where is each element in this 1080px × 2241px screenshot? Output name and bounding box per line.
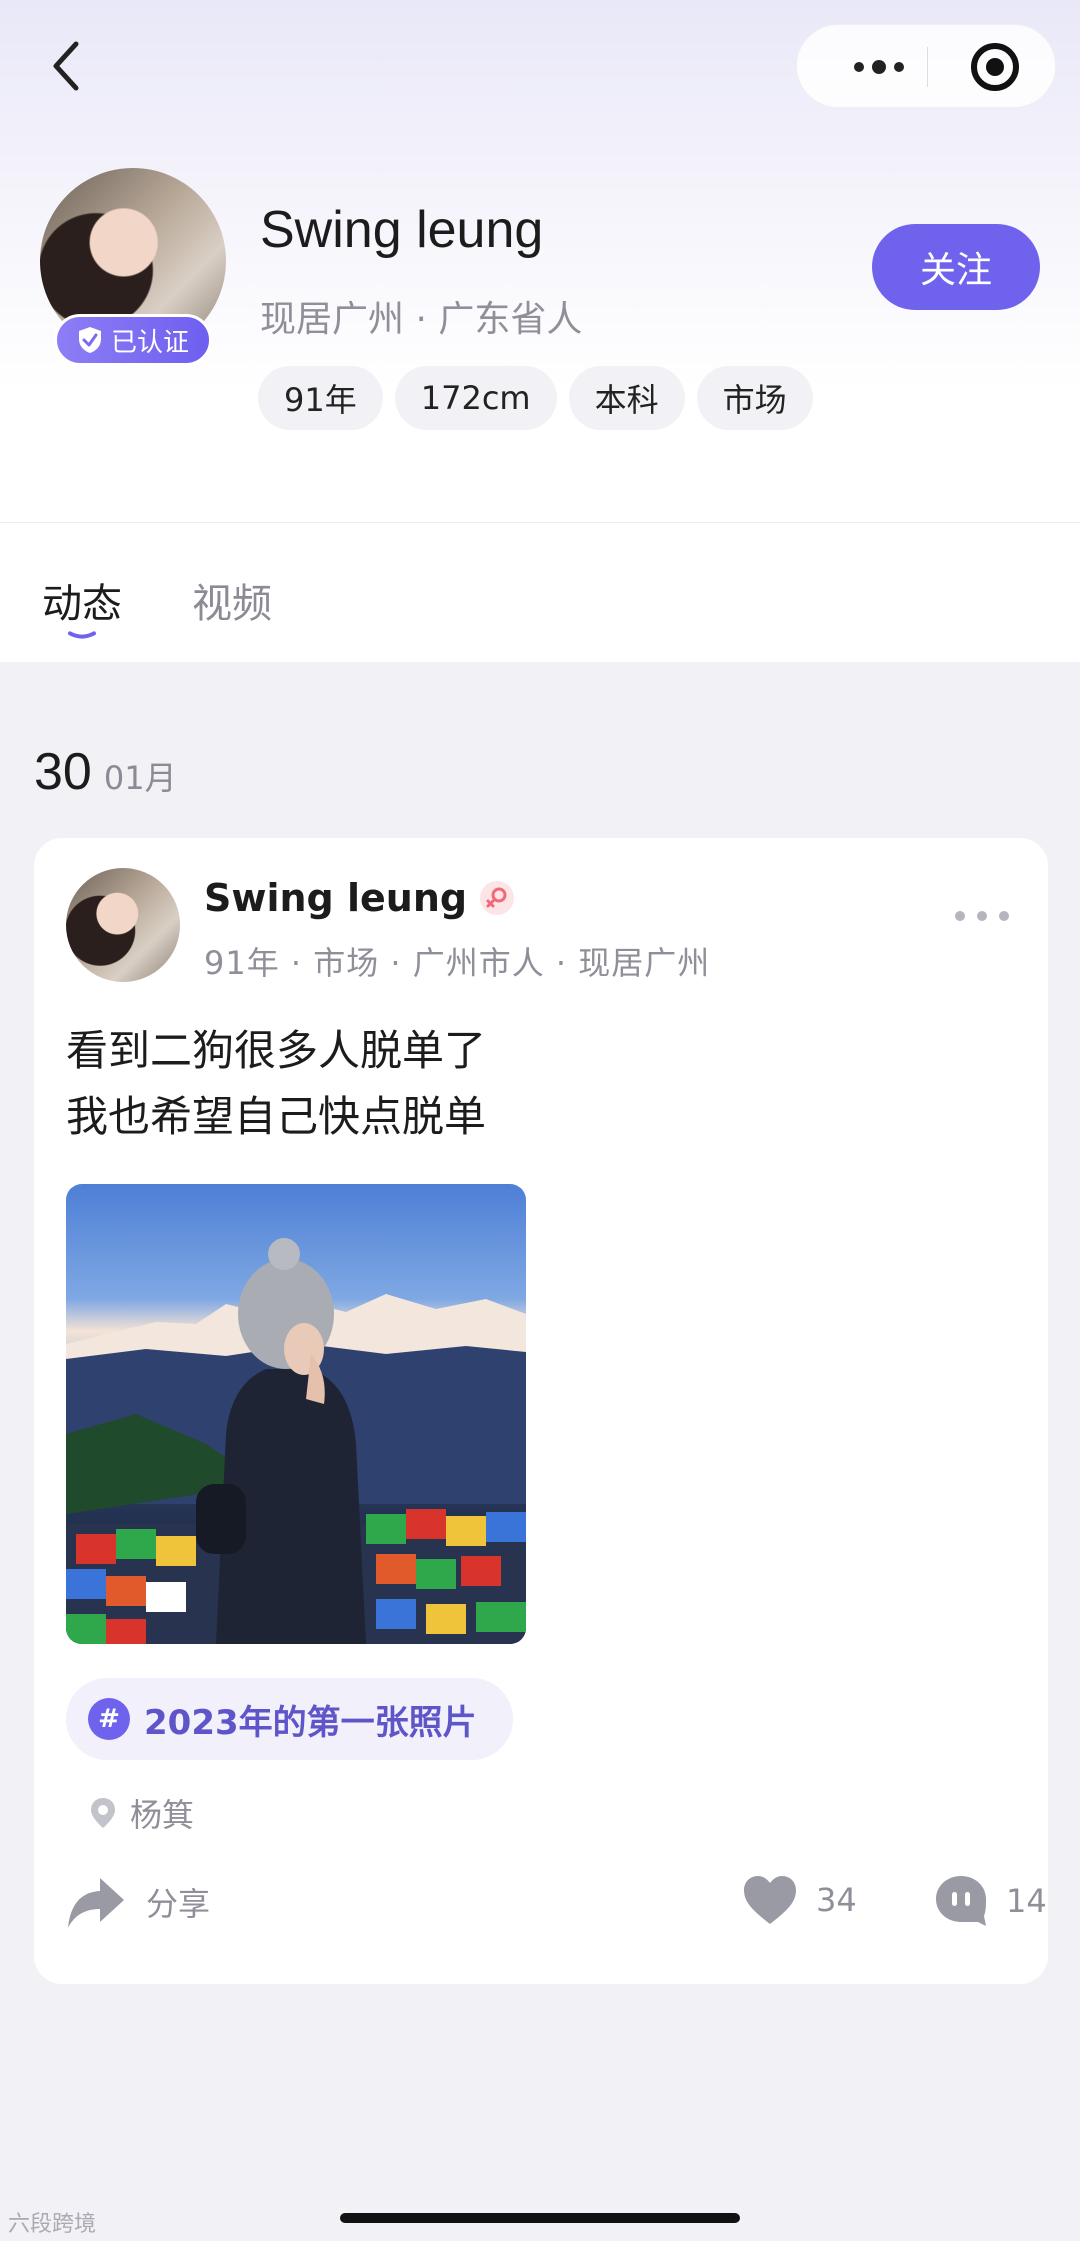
- follow-button[interactable]: 关注: [872, 224, 1040, 310]
- post-author-meta: 91年 · 市场 · 广州市人 · 现居广州: [204, 944, 711, 982]
- tag-education: 本科: [568, 366, 685, 430]
- location-label: 杨箕: [130, 1796, 195, 1834]
- heart-icon: [744, 1876, 796, 1924]
- tag-birth-year: 91年: [258, 366, 383, 430]
- tag-occupation: 市场: [696, 366, 813, 430]
- hashtag-icon: #: [88, 1698, 130, 1740]
- female-icon: [480, 881, 515, 915]
- share-button[interactable]: 分享: [66, 1874, 210, 1930]
- comment-icon: [936, 1876, 986, 1926]
- more-dots-icon: [955, 911, 1009, 921]
- comment-button[interactable]: 14: [934, 1874, 1047, 1928]
- capsule-divider: [927, 47, 928, 87]
- profile-location: 现居广州 · 广东省人: [260, 299, 583, 340]
- profile-header: 已认证 Swing leung 现居广州 · 广东省人 关注 91年 172cm…: [0, 0, 1080, 522]
- post-date: 30 01月: [34, 742, 177, 802]
- like-count: 34: [816, 1881, 857, 1919]
- verified-badge: 已认证: [54, 314, 212, 366]
- share-label: 分享: [146, 1885, 211, 1923]
- chevron-left-icon: [53, 41, 79, 91]
- mini-program-capsule: [796, 24, 1056, 108]
- topic-tag[interactable]: # 2023年的第一张照片: [66, 1678, 513, 1760]
- photo-illustration: [66, 1238, 526, 1644]
- tab-videos[interactable]: 视频: [192, 571, 272, 629]
- post-location[interactable]: 杨箕: [90, 1790, 194, 1836]
- topic-label: 2023年的第一张照片: [144, 1702, 477, 1743]
- like-button[interactable]: 34: [742, 1874, 857, 1926]
- post-author: Swing leung: [204, 876, 515, 920]
- post-actions: 分享 34 14: [66, 1874, 1047, 1944]
- tab-bar: 动态 视频: [0, 522, 1080, 662]
- back-button[interactable]: [40, 36, 100, 96]
- close-button[interactable]: [955, 25, 1035, 109]
- post-text: 看到二狗很多人脱单了 我也希望自己快点脱单: [66, 1018, 486, 1150]
- date-day: 30: [34, 743, 92, 801]
- post-card[interactable]: Swing leung 91年 · 市场 · 广州市人 · 现居广州 看到二狗很…: [34, 838, 1048, 1984]
- tag-height: 172cm: [394, 366, 557, 430]
- profile-tags: 91年 172cm 本科 市场: [258, 366, 813, 430]
- comment-count: 14: [1006, 1882, 1047, 1920]
- verified-label: 已认证: [110, 327, 189, 358]
- post-photo[interactable]: [66, 1184, 526, 1644]
- shield-check-icon: [78, 327, 101, 353]
- more-button[interactable]: [833, 25, 925, 109]
- post-more-button[interactable]: [946, 898, 1018, 934]
- profile-name: Swing leung: [260, 201, 544, 259]
- watermark: 六段跨境: [8, 2206, 96, 2238]
- post-text-line: 看到二狗很多人脱单了: [66, 1026, 487, 1075]
- tab-moments[interactable]: 动态: [42, 571, 122, 629]
- post-author-avatar[interactable]: [66, 868, 180, 982]
- post-author-name: Swing leung: [204, 876, 468, 920]
- home-indicator: [340, 2213, 740, 2223]
- share-icon: [68, 1878, 124, 1928]
- target-icon: [971, 43, 1019, 91]
- more-dots-icon: [854, 60, 904, 74]
- watermark-text: 六段跨境: [8, 2212, 97, 2237]
- tab-active-indicator: [68, 631, 96, 639]
- location-pin-icon: [91, 1798, 115, 1828]
- date-month: 01月: [103, 759, 177, 797]
- post-text-line: 我也希望自己快点脱单: [66, 1092, 487, 1141]
